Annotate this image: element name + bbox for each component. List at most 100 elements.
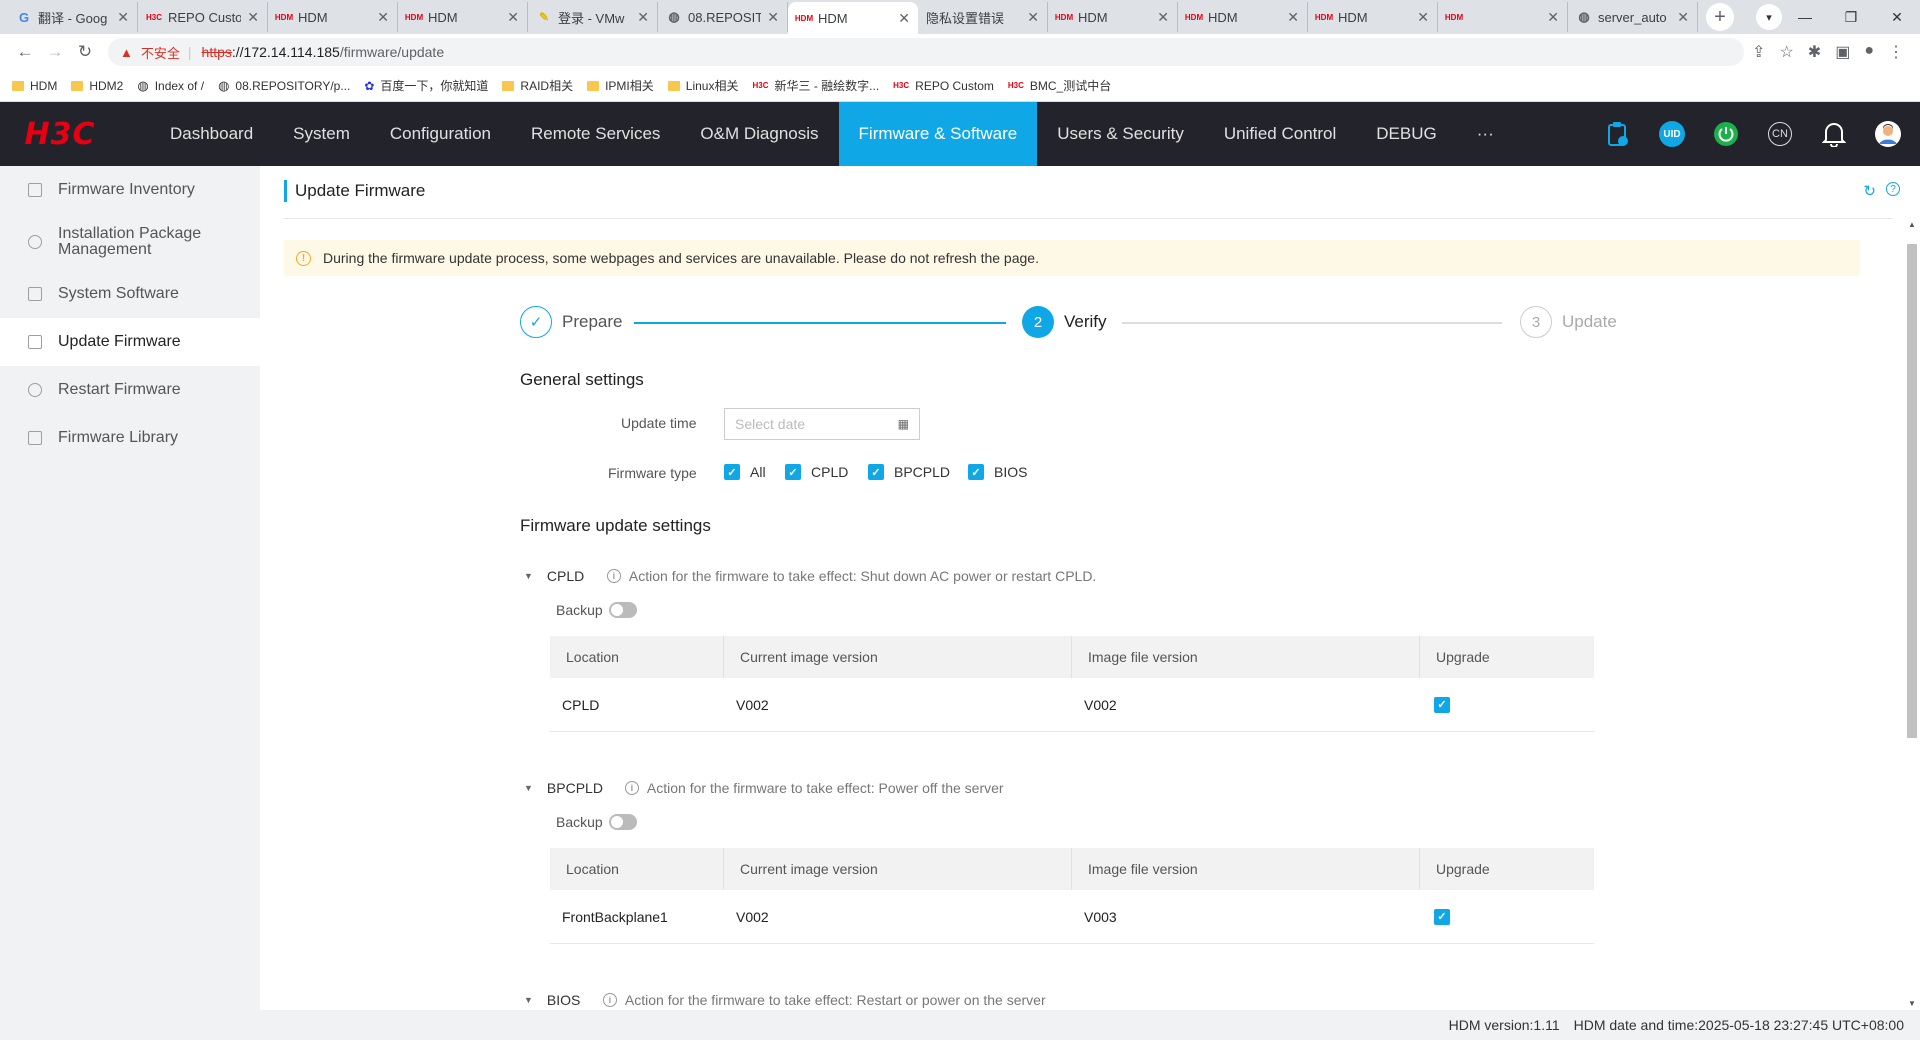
bookmark-item[interactable]: H3C 新华三 - 融绘数字... — [752, 77, 879, 94]
bookmark-item[interactable]: H3C REPO Custom — [893, 79, 994, 93]
browser-tab[interactable]: 隐私设置错误 ✕ — [918, 2, 1048, 32]
uid-icon[interactable]: UID — [1658, 120, 1686, 148]
checkbox-all[interactable]: ✓ All — [724, 464, 766, 480]
close-tab-icon[interactable]: ✕ — [377, 9, 389, 26]
scroll-up-icon[interactable]: ▲ — [1908, 220, 1916, 229]
nav-configuration[interactable]: Configuration — [370, 102, 511, 166]
hdm-datetime: HDM date and time:2025-05-18 23:27:45 UT… — [1573, 1017, 1904, 1033]
user-avatar-icon[interactable] — [1874, 120, 1902, 148]
clipboard-icon[interactable] — [1604, 120, 1632, 148]
browser-tab-active[interactable]: HDM HDM ✕ — [788, 2, 918, 34]
vertical-scrollbar[interactable]: ▲ ▼ — [1904, 218, 1920, 1010]
close-tab-icon[interactable]: ✕ — [247, 9, 259, 26]
browser-tab[interactable]: HDM HDM ✕ — [398, 2, 528, 32]
upgrade-checkbox[interactable]: ✓ — [1434, 908, 1450, 925]
browser-tab[interactable]: HDM HDM ✕ — [1308, 2, 1438, 32]
close-tab-icon[interactable]: ✕ — [1417, 9, 1429, 26]
help-icon[interactable]: ? — [1886, 182, 1900, 196]
nav-unified-control[interactable]: Unified Control — [1204, 102, 1356, 166]
browser-tab[interactable]: HDM ✕ — [1438, 2, 1568, 32]
sidebar-item-update-firmware[interactable]: Update Firmware — [0, 318, 260, 366]
h3c-logo[interactable]: H3C — [0, 102, 120, 166]
bookmark-item[interactable]: ✿ 百度一下，你就知道 — [364, 77, 488, 94]
close-tab-icon[interactable]: ✕ — [637, 9, 649, 26]
tab-search-button[interactable]: ▾ — [1756, 4, 1782, 30]
sidebar-item-restart-firmware[interactable]: Restart Firmware — [0, 366, 260, 414]
bookmark-item[interactable]: HDM2 — [71, 79, 123, 93]
scroll-down-icon[interactable]: ▼ — [1908, 999, 1916, 1008]
profile-icon[interactable]: ● — [1864, 42, 1874, 62]
checkbox-cpld[interactable]: ✓ CPLD — [785, 464, 848, 480]
bookmark-item[interactable]: RAID相关 — [502, 77, 573, 94]
nav-debug[interactable]: DEBUG — [1356, 102, 1456, 166]
share-icon[interactable]: ⇪ — [1752, 42, 1765, 62]
nav-om-diagnosis[interactable]: O&M Diagnosis — [680, 102, 838, 166]
group-bios-header[interactable]: ▼ BIOS i Action for the firmware to take … — [524, 992, 1046, 1008]
back-button[interactable]: ← — [10, 42, 40, 62]
bookmark-item[interactable]: IPMI相关 — [587, 77, 654, 94]
group-bpcpld-header[interactable]: ▼ BPCPLD i Action for the firmware to tak… — [524, 780, 1004, 796]
browser-tab[interactable]: G 翻译 - Goog ✕ — [8, 2, 138, 32]
nav-users-security[interactable]: Users & Security — [1037, 102, 1204, 166]
sidebar-item-installation-package[interactable]: Installation Package Management — [0, 214, 260, 270]
nav-more[interactable]: ··· — [1457, 102, 1514, 166]
browser-tab[interactable]: HDM HDM ✕ — [1048, 2, 1178, 32]
minimize-button[interactable]: — — [1782, 0, 1828, 34]
close-tab-icon[interactable]: ✕ — [117, 9, 129, 26]
extensions-icon[interactable]: ✱ — [1808, 42, 1821, 62]
star-icon[interactable]: ☆ — [1779, 42, 1793, 62]
browser-tab[interactable]: H3C REPO Custo ✕ — [138, 2, 268, 32]
reload-button[interactable]: ↻ — [70, 42, 100, 62]
upgrade-checkbox[interactable]: ✓ — [1434, 696, 1450, 713]
bookmark-item[interactable]: ◍ Index of / — [137, 78, 204, 94]
sidebar-item-firmware-inventory[interactable]: Firmware Inventory — [0, 166, 260, 214]
sidebar-item-system-software[interactable]: System Software — [0, 270, 260, 318]
power-icon[interactable] — [1712, 120, 1740, 148]
security-label[interactable]: 不安全 — [141, 43, 180, 62]
browser-tab[interactable]: ◍ server_auto ✕ — [1568, 2, 1698, 32]
sidebar-item-firmware-library[interactable]: Firmware Library — [0, 414, 260, 462]
scrollbar-thumb[interactable] — [1907, 244, 1917, 738]
checkbox-checked-icon: ✓ — [968, 464, 984, 480]
checkbox-bpcpld[interactable]: ✓ BPCPLD — [868, 464, 950, 480]
reload-icon: ↻ — [77, 42, 93, 61]
forward-button[interactable]: → — [40, 42, 70, 62]
backup-toggle[interactable] — [608, 602, 637, 618]
bookmark-item[interactable]: H3C BMC_测试中台 — [1008, 77, 1111, 94]
sidepanel-icon[interactable]: ▣ — [1835, 42, 1850, 62]
nav-firmware-software[interactable]: Firmware & Software — [838, 102, 1038, 166]
new-tab-button[interactable]: + — [1706, 3, 1734, 31]
backup-toggle[interactable] — [608, 814, 637, 830]
bookmarks-bar: HDM HDM2 ◍ Index of / ◍ 08.REPOSITORY/p...… — [0, 70, 1920, 102]
bookmark-item[interactable]: Linux相关 — [667, 77, 738, 94]
bookmark-item[interactable]: HDM — [12, 79, 57, 93]
maximize-button[interactable]: ❐ — [1828, 0, 1874, 34]
close-tab-icon[interactable]: ✕ — [1677, 9, 1689, 26]
close-tab-icon[interactable]: ✕ — [767, 9, 779, 26]
bookmark-item[interactable]: ◍ 08.REPOSITORY/p... — [218, 78, 350, 94]
nav-system[interactable]: System — [273, 102, 370, 166]
refresh-icon[interactable]: ↻ — [1863, 182, 1876, 200]
bell-icon[interactable] — [1820, 120, 1848, 148]
browser-tab[interactable]: HDM HDM ✕ — [268, 2, 398, 32]
divider — [284, 218, 1892, 219]
more-menu-icon[interactable]: ⋮ — [1888, 42, 1904, 62]
close-tab-icon[interactable]: ✕ — [898, 10, 910, 27]
check-icon: ✓ — [520, 306, 552, 338]
close-window-button[interactable]: ✕ — [1874, 0, 1920, 34]
close-tab-icon[interactable]: ✕ — [1157, 9, 1169, 26]
close-tab-icon[interactable]: ✕ — [1287, 9, 1299, 26]
browser-tab[interactable]: HDM HDM ✕ — [1178, 2, 1308, 32]
nav-dashboard[interactable]: Dashboard — [150, 102, 273, 166]
close-tab-icon[interactable]: ✕ — [1547, 9, 1559, 26]
group-cpld-header[interactable]: ▼ CPLD i Action for the firmware to take … — [524, 568, 1096, 584]
url-field[interactable]: ▲ 不安全 | https://172.14.114.185/firmware/… — [108, 38, 1745, 66]
language-icon[interactable]: CN — [1766, 120, 1794, 148]
close-tab-icon[interactable]: ✕ — [1027, 9, 1039, 26]
browser-tab[interactable]: ◍ 08.REPOSIT ✕ — [658, 2, 788, 32]
checkbox-bios[interactable]: ✓ BIOS — [968, 464, 1027, 480]
nav-remote-services[interactable]: Remote Services — [511, 102, 680, 166]
browser-tab[interactable]: ✎ 登录 - VMw ✕ — [528, 2, 658, 32]
update-time-input[interactable]: Select date ▦ — [724, 408, 920, 440]
close-tab-icon[interactable]: ✕ — [507, 9, 519, 26]
